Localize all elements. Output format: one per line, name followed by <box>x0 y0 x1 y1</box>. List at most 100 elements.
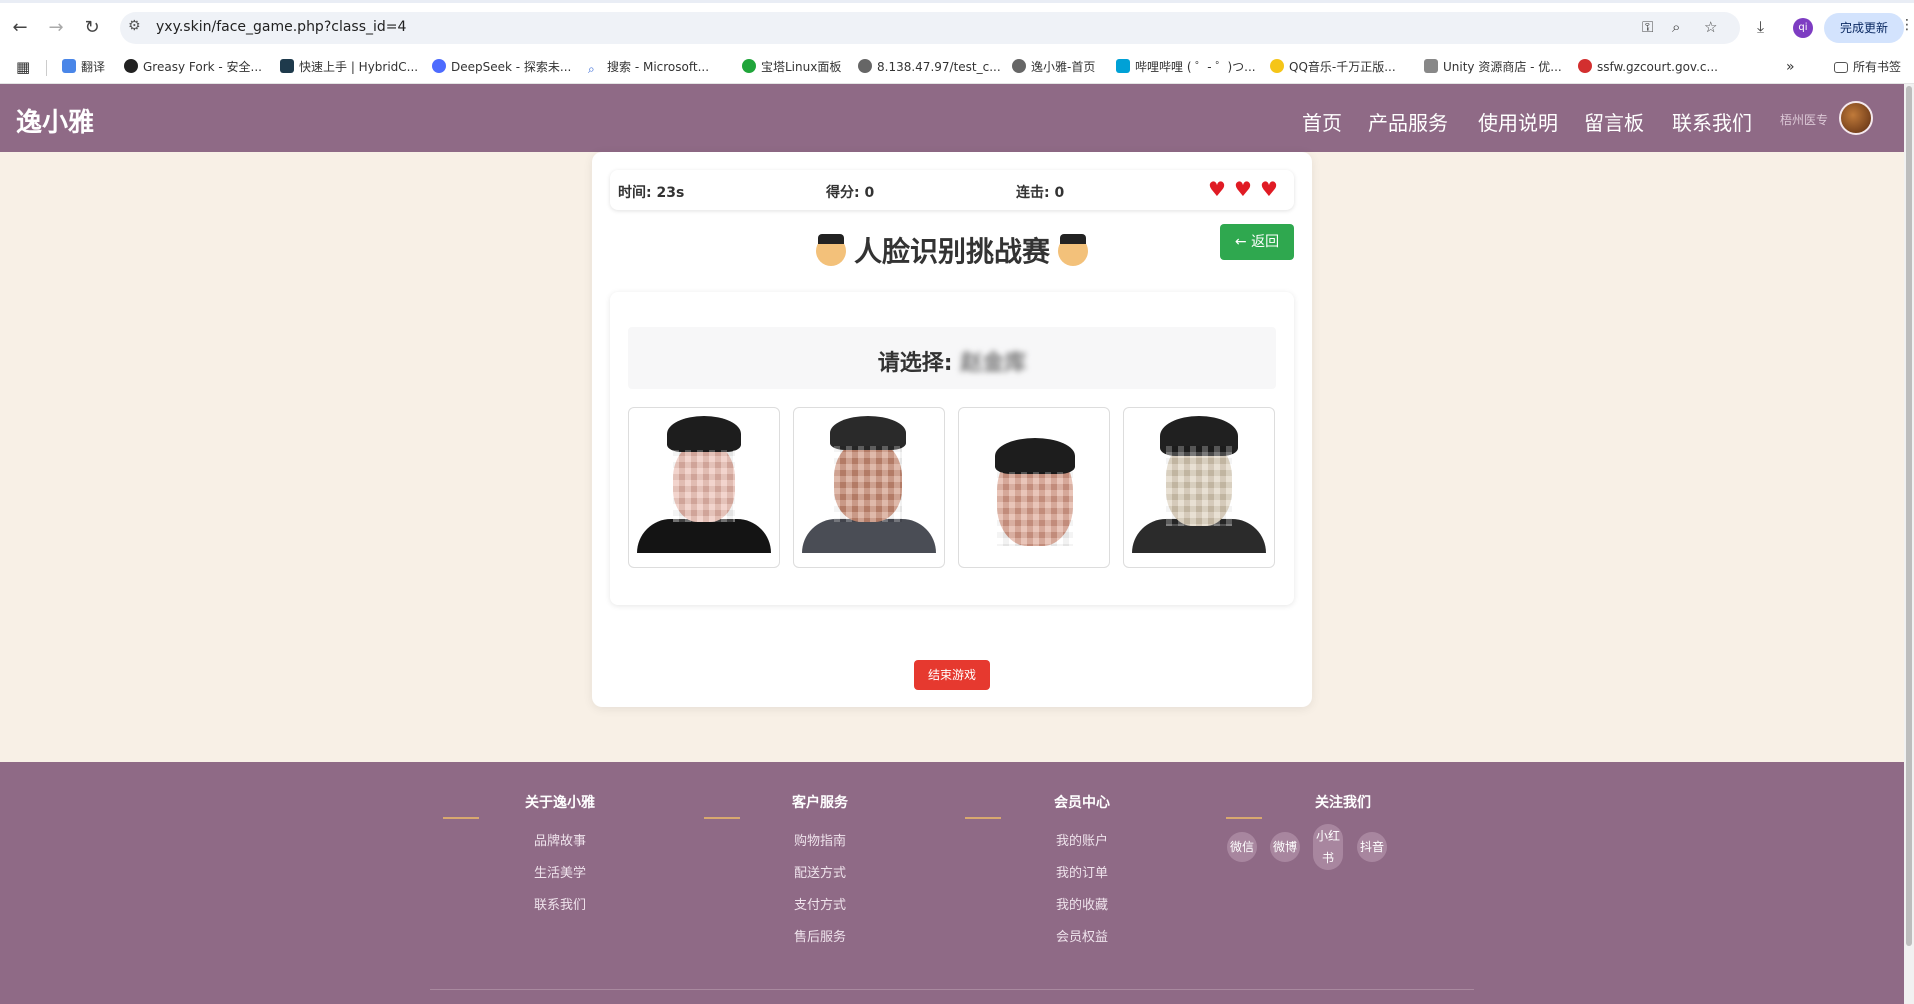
translate-icon <box>62 59 76 73</box>
prompt-name: 赵金库 <box>960 351 1027 376</box>
bookmark-star-icon[interactable]: ☆ <box>1704 18 1717 36</box>
footer-column-service: 客户服务 购物指南 配送方式 支付方式 售后服务 <box>750 792 890 958</box>
face-option-4[interactable] <box>1123 407 1275 568</box>
footer-link[interactable]: 会员权益 <box>1012 926 1152 945</box>
footer-link[interactable]: 支付方式 <box>750 894 890 913</box>
score-counter: 得分: 0 <box>826 185 875 201</box>
hair <box>995 438 1075 474</box>
pixelated-face <box>673 450 735 522</box>
end-game-button[interactable]: 结束游戏 <box>914 660 990 690</box>
nav-message-board[interactable]: 留言板 <box>1584 107 1644 136</box>
shirt <box>802 519 936 553</box>
scrollbar-thumb[interactable] <box>1906 86 1912 946</box>
prompt-box: 请选择: 赵金库 <box>628 327 1276 389</box>
search-icon: ⌕ <box>588 62 595 76</box>
reload-icon[interactable]: ↻ <box>80 16 104 40</box>
face-photo <box>637 416 771 553</box>
more-bookmarks-chevron-icon[interactable]: » <box>1786 59 1795 77</box>
nav-products[interactable]: 产品服务 <box>1368 107 1448 136</box>
menu-icon[interactable]: ⋮ <box>1900 17 1914 33</box>
deepseek-icon <box>432 59 446 73</box>
footer-column-about: 关于逸小雅 品牌故事 生活美学 联系我们 <box>490 792 630 926</box>
game-stats-bar: 时间: 23s 得分: 0 连击: 0 ♥ ♥ ♥ <box>610 170 1294 210</box>
student-emoji-icon <box>815 234 846 266</box>
student-emoji-icon <box>1058 234 1088 266</box>
footer-link[interactable]: 生活美学 <box>490 862 630 881</box>
address-bar[interactable]: ⚙ yxy.skin/face_game.php?class_id=4 ⚿ ⌕ … <box>120 12 1740 44</box>
qqmusic-icon <box>1270 59 1284 73</box>
site-logo[interactable]: 逸小雅 <box>16 102 94 139</box>
hybridclr-icon <box>280 59 294 73</box>
hair <box>830 416 906 450</box>
heart-icon: ♥ <box>1208 177 1226 201</box>
nav-home[interactable]: 首页 <box>1302 107 1342 136</box>
bookmark-item[interactable]: 逸小雅-首页 <box>1012 59 1095 77</box>
face-photo <box>802 416 936 553</box>
all-bookmarks-folder[interactable]: 所有书签 <box>1834 59 1901 77</box>
bookmark-item[interactable]: 快速上手 | HybridC... <box>280 59 418 77</box>
globe-icon <box>858 59 872 73</box>
footer-accent-line <box>1226 817 1262 819</box>
update-button[interactable]: 完成更新 <box>1824 13 1904 43</box>
back-arrow-icon[interactable]: ← <box>8 16 32 40</box>
footer-link[interactable]: 我的收藏 <box>1012 894 1152 913</box>
footer-link[interactable]: 联系我们 <box>490 894 630 913</box>
footer-link[interactable]: 品牌故事 <box>490 830 630 849</box>
bookmark-item[interactable]: Greasy Fork - 安全... <box>124 59 262 77</box>
pixelated-face <box>1166 446 1232 526</box>
footer-link[interactable]: 我的订单 <box>1012 862 1152 881</box>
heart-icon: ♥ <box>1234 177 1252 201</box>
footer-link[interactable]: 售后服务 <box>750 926 890 945</box>
bookmarks-bar: ▦ 翻译 Greasy Fork - 安全... 快速上手 | HybridC.… <box>0 50 1914 84</box>
xiaohongshu-icon[interactable]: 小红书 <box>1313 824 1343 870</box>
wechat-icon[interactable]: 微信 <box>1227 832 1257 862</box>
bookmark-item[interactable]: QQ音乐-千万正版... <box>1270 59 1396 77</box>
bookmark-item[interactable]: Unity 资源商店 - 优... <box>1424 59 1562 77</box>
globe-icon <box>1012 59 1026 73</box>
footer-heading: 会员中心 <box>1054 795 1110 811</box>
bookmark-item[interactable]: DeepSeek - 探索未... <box>432 59 571 77</box>
download-icon[interactable]: ⤓ <box>1757 17 1764 37</box>
bookmark-item[interactable]: 翻译 <box>62 59 105 77</box>
nav-instructions[interactable]: 使用说明 <box>1478 107 1558 136</box>
bookmark-item[interactable]: 8.138.47.97/test_c... <box>858 59 1001 77</box>
face-photo <box>1132 416 1266 553</box>
combo-counter: 连击: 0 <box>1016 185 1065 201</box>
footer-accent-line <box>443 817 479 819</box>
footer-link[interactable]: 购物指南 <box>750 830 890 849</box>
bookmark-item[interactable]: ⌕ 搜索 - Microsoft... <box>588 59 709 77</box>
douyin-icon[interactable]: 抖音 <box>1357 832 1387 862</box>
browser-toolbar: ← → ↻ ⚙ yxy.skin/face_game.php?class_id=… <box>0 0 1914 50</box>
bookmark-item[interactable]: ssfw.gzcourt.gov.c... <box>1578 59 1718 77</box>
site-info-icon[interactable]: ⚙ <box>128 18 141 34</box>
game-title: 人脸识别挑战赛 <box>592 230 1312 270</box>
user-avatar[interactable] <box>1839 101 1873 135</box>
game-card: 时间: 23s 得分: 0 连击: 0 ♥ ♥ ♥ 人脸识别挑战赛 ← 返回 请… <box>592 152 1312 707</box>
bookmark-item[interactable]: 哔哩哔哩 ( ゜- ゜)つ... <box>1116 59 1256 77</box>
apps-grid-icon[interactable]: ▦ <box>16 59 30 77</box>
folder-icon <box>1834 62 1848 73</box>
forward-arrow-icon[interactable]: → <box>44 16 68 40</box>
nav-contact[interactable]: 联系我们 <box>1672 107 1752 136</box>
weibo-icon[interactable]: 微博 <box>1270 832 1300 862</box>
face-option-1[interactable] <box>628 407 780 568</box>
profile-avatar[interactable]: qi <box>1793 18 1813 38</box>
heart-icon: ♥ <box>1260 177 1278 201</box>
url-text[interactable]: yxy.skin/face_game.php?class_id=4 <box>156 19 406 35</box>
footer-link[interactable]: 我的账户 <box>1012 830 1152 849</box>
face-option-3[interactable] <box>958 407 1110 568</box>
password-key-icon[interactable]: ⚿ <box>1642 18 1653 36</box>
page-scrollbar[interactable] <box>1904 84 1914 1004</box>
user-name[interactable]: 梧州医专 <box>1780 111 1828 128</box>
back-button[interactable]: ← 返回 <box>1220 224 1294 260</box>
face-option-2[interactable] <box>793 407 945 568</box>
bookmark-item[interactable]: 宝塔Linux面板 <box>742 59 841 77</box>
footer-link[interactable]: 配送方式 <box>750 862 890 881</box>
zoom-icon[interactable]: ⌕ <box>1672 18 1680 36</box>
pixelated-face <box>997 472 1073 546</box>
bookmark-separator <box>46 60 47 76</box>
face-photo <box>967 416 1101 553</box>
footer-accent-line <box>965 817 1001 819</box>
time-counter: 时间: 23s <box>618 185 685 201</box>
footer-heading: 客户服务 <box>792 795 848 811</box>
